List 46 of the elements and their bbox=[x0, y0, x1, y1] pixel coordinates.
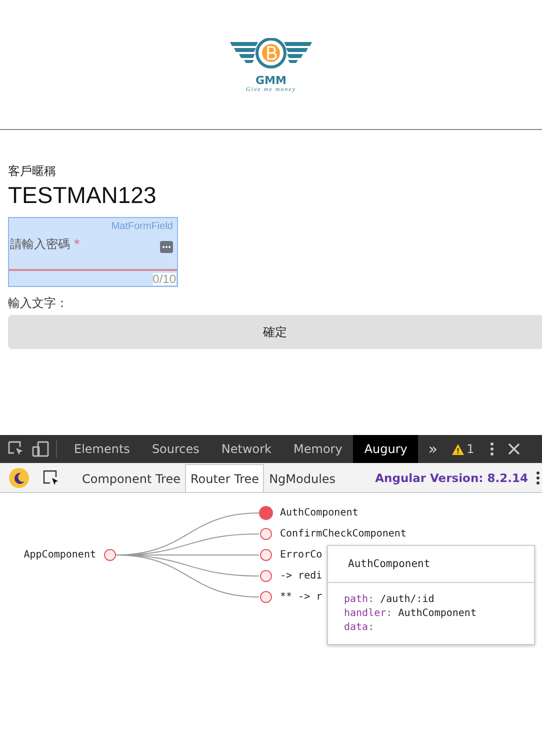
node-label: -> redi bbox=[280, 570, 322, 582]
route-property: handler: AuthComponent bbox=[344, 607, 478, 621]
password-manager-icon[interactable] bbox=[160, 241, 173, 253]
logo-title: GMM bbox=[256, 74, 286, 87]
route-node[interactable] bbox=[259, 506, 273, 520]
panel-tab[interactable]: Component Tree bbox=[77, 464, 186, 492]
tooltip-title: AuthComponent bbox=[328, 546, 534, 583]
devtools-tab[interactable]: Augury bbox=[353, 435, 418, 463]
device-toolbar-icon[interactable] bbox=[32, 441, 50, 457]
text-label: 輸入文字： bbox=[8, 295, 69, 312]
node-label: ConfirmCheckComponent bbox=[280, 528, 406, 540]
inspect-icon[interactable] bbox=[8, 441, 24, 457]
select-element-icon[interactable] bbox=[43, 470, 59, 486]
node-label: ErrorCo bbox=[280, 550, 322, 560]
devtools-tab[interactable]: Elements bbox=[63, 435, 141, 463]
route-property: path: /auth/:id bbox=[344, 593, 436, 607]
devtools-tab[interactable]: Sources bbox=[140, 435, 210, 463]
password-field[interactable]: MatFormField 請輸入密碼 * 0/10 bbox=[8, 217, 178, 287]
nickname-label: 客戶暱稱 bbox=[8, 163, 57, 180]
character-counter: 0/10 bbox=[152, 273, 176, 285]
devtools-tab[interactable]: Network bbox=[210, 435, 283, 463]
route-node[interactable] bbox=[260, 528, 272, 540]
route-property: data: bbox=[344, 621, 376, 635]
devtools-tab[interactable]: Memory bbox=[282, 435, 354, 463]
warning-icon bbox=[452, 444, 464, 454]
node-label: ** -> r bbox=[280, 592, 322, 602]
theme-moon-icon[interactable] bbox=[9, 468, 29, 488]
node-label: AuthComponent bbox=[280, 508, 358, 518]
warning-counter[interactable]: 1 bbox=[452, 442, 474, 456]
close-icon[interactable] bbox=[508, 443, 520, 455]
node-label: AppComponent bbox=[24, 550, 96, 560]
menu-icon[interactable] bbox=[490, 442, 494, 456]
route-node[interactable] bbox=[260, 591, 272, 603]
confirm-button[interactable]: 確定 bbox=[8, 315, 542, 349]
field-label: 請輸入密碼 * bbox=[10, 236, 80, 253]
angular-version: Angular Version: 8.2.14 bbox=[375, 470, 528, 484]
panel-tab[interactable]: Router Tree bbox=[185, 464, 264, 492]
nickname-value: TESTMAN123 bbox=[8, 182, 158, 209]
route-node[interactable] bbox=[260, 549, 272, 561]
menu-icon[interactable] bbox=[536, 470, 540, 484]
panel-tab[interactable]: NgModules bbox=[264, 464, 341, 492]
logo-icon bbox=[230, 38, 312, 70]
route-node[interactable] bbox=[104, 549, 116, 561]
route-node[interactable] bbox=[260, 570, 272, 582]
more-tabs-button[interactable]: » bbox=[418, 440, 448, 458]
component-overlay-label: MatFormField bbox=[111, 221, 173, 232]
